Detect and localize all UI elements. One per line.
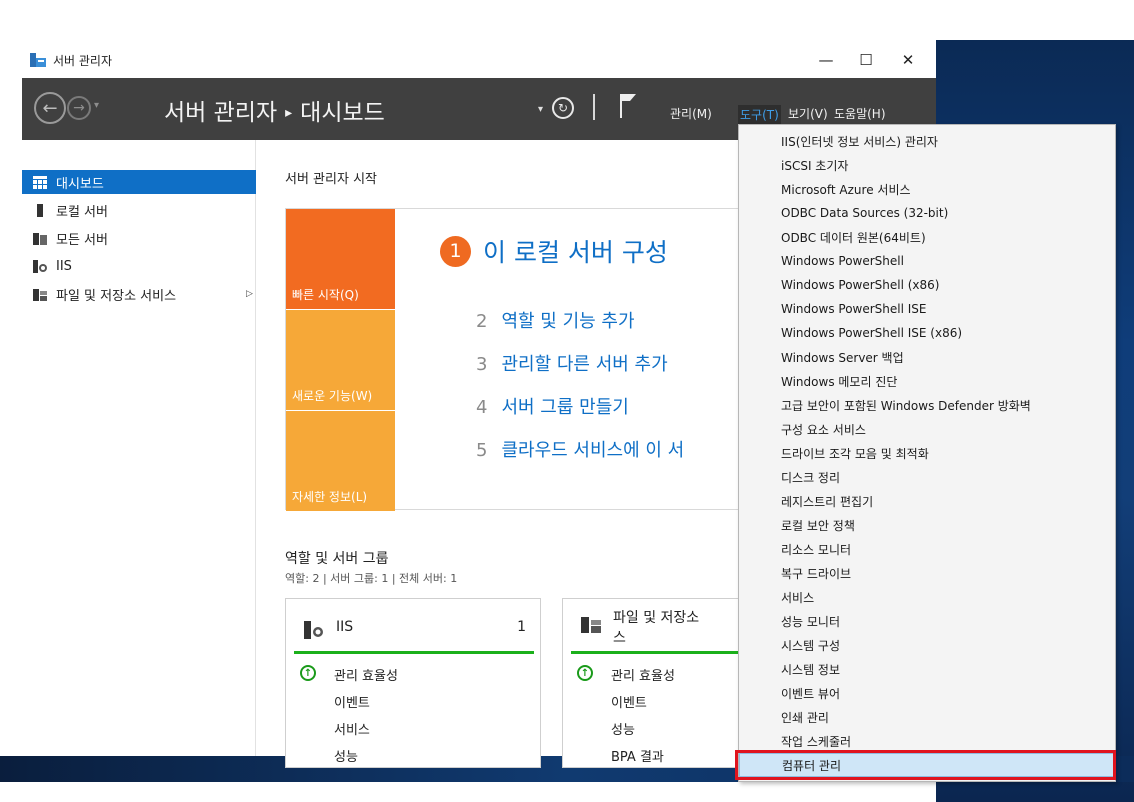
- close-button[interactable]: ✕: [888, 48, 928, 72]
- sidebar-item-all-servers[interactable]: 모든 서버: [22, 226, 256, 250]
- sidebar-item-label: 파일 및 저장소 서비스: [56, 288, 177, 304]
- sidebar-item-dashboard[interactable]: 대시보드: [22, 170, 256, 194]
- navigation-dropdown-icon[interactable]: ▾: [538, 104, 543, 115]
- history-dropdown-icon[interactable]: ▾: [94, 100, 99, 111]
- menu-view[interactable]: 보기(V): [788, 105, 828, 122]
- sidebar-item-label: 모든 서버: [56, 232, 108, 248]
- card-row-manageability[interactable]: 관리 효율성: [334, 665, 398, 684]
- refresh-icon[interactable]: ↻: [552, 97, 574, 119]
- menu-item-performance-monitor[interactable]: 성능 모니터: [739, 609, 1115, 633]
- menu-item-iscsi-initiator[interactable]: iSCSI 초기자: [739, 153, 1115, 177]
- menu-item-server-backup[interactable]: Windows Server 백업: [739, 345, 1115, 369]
- add-roles-features-link[interactable]: 2 역할 및 기능 추가: [476, 307, 635, 333]
- card-title-line2: 스: [613, 630, 626, 646]
- server-icon: [37, 203, 43, 217]
- sidebar-item-iis[interactable]: IIS: [22, 254, 256, 278]
- screen: 서버 관리자 — ☐ ✕ ← → ▾ 서버 관리자 ▸ 대시보드 ▾ ↻ 관리(M)…: [0, 0, 1134, 802]
- menu-item-recovery-drive[interactable]: 복구 드라이브: [739, 561, 1115, 585]
- card-title: IIS: [336, 619, 354, 635]
- iis-icon: [304, 621, 323, 639]
- connect-cloud-services-link[interactable]: 5 클라우드 서비스에 이 서: [476, 436, 684, 462]
- menu-item-powershell-ise-x86[interactable]: Windows PowerShell ISE (x86): [739, 321, 1115, 345]
- roles-summary: 역할: 2 | 서버 그룹: 1 | 전체 서버: 1: [285, 572, 458, 585]
- welcome-tile-panel: 빠른 시작(Q) 새로운 기능(W) 자세한 정보(L) 1 이 로컬 서버 구…: [285, 208, 755, 511]
- card-row-manageability[interactable]: 관리 효율성: [611, 665, 675, 684]
- back-arrow-icon[interactable]: ←: [34, 92, 66, 124]
- menu-item-registry-editor[interactable]: 레지스트리 편집기: [739, 489, 1115, 513]
- menu-item-azure-services[interactable]: Microsoft Azure 서비스: [739, 177, 1115, 201]
- card-row-services[interactable]: 서비스: [334, 719, 370, 738]
- menu-item-memory-diagnostic[interactable]: Windows 메모리 진단: [739, 369, 1115, 393]
- storage-icon: [33, 288, 47, 301]
- card-row-events[interactable]: 이벤트: [611, 692, 647, 711]
- menu-item-disk-cleanup[interactable]: 디스크 정리: [739, 465, 1115, 489]
- dashboard-icon: [33, 175, 47, 189]
- tab-learn-more[interactable]: 자세한 정보(L): [286, 411, 395, 511]
- tab-whats-new[interactable]: 새로운 기능(W): [286, 310, 395, 410]
- menu-item-odbc-32[interactable]: ODBC Data Sources (32-bit): [739, 201, 1115, 225]
- breadcrumb-current: 대시보드: [300, 100, 385, 126]
- menu-tools[interactable]: 도구(T): [738, 105, 781, 124]
- create-server-group-link[interactable]: 4 서버 그룹 만들기: [476, 393, 629, 419]
- tools-menu: IIS(인터넷 정보 서비스) 관리자 iSCSI 초기자 Microsoft …: [738, 124, 1116, 782]
- card-row-events[interactable]: 이벤트: [334, 692, 370, 711]
- maximize-button[interactable]: ☐: [846, 48, 886, 72]
- status-ok-icon: ↑: [577, 665, 593, 681]
- iis-icon: [33, 259, 47, 273]
- welcome-title: 서버 관리자 시작: [285, 172, 377, 187]
- servers-icon: [33, 232, 47, 245]
- window-title: 서버 관리자: [53, 54, 113, 68]
- minimize-button[interactable]: —: [806, 48, 846, 72]
- sidebar-item-file-storage[interactable]: 파일 및 저장소 서비스 ▷: [22, 282, 256, 306]
- annotation-highlight-box: [735, 750, 1116, 780]
- server-manager-app-icon: [30, 53, 46, 67]
- menu-help[interactable]: 도움말(H): [834, 105, 886, 122]
- step-number-badge: 1: [440, 235, 471, 267]
- breadcrumb-separator-icon: ▸: [285, 105, 293, 121]
- tab-quick-start[interactable]: 빠른 시작(Q): [286, 209, 395, 309]
- add-other-servers-link[interactable]: 3 관리할 다른 서버 추가: [476, 350, 668, 376]
- title-bar: 서버 관리자 — ☐ ✕: [22, 40, 936, 78]
- menu-item-iis-manager[interactable]: IIS(인터넷 정보 서비스) 관리자: [739, 129, 1115, 153]
- notifications-flag-icon[interactable]: [618, 92, 638, 120]
- status-bar: [294, 651, 534, 654]
- forward-arrow-icon[interactable]: →: [67, 96, 91, 120]
- menu-item-powershell[interactable]: Windows PowerShell: [739, 249, 1115, 273]
- card-row-bpa-results[interactable]: BPA 결과: [611, 746, 664, 765]
- menu-item-odbc-64[interactable]: ODBC 데이터 원본(64비트): [739, 225, 1115, 249]
- roles-heading: 역할 및 서버 그룹: [285, 551, 389, 567]
- menu-item-services[interactable]: 서비스: [739, 585, 1115, 609]
- status-ok-icon: ↑: [300, 665, 316, 681]
- card-row-performance[interactable]: 성능: [611, 719, 635, 738]
- configure-local-server-link[interactable]: 1 이 로컬 서버 구성: [440, 233, 668, 269]
- toolbar-divider: [593, 94, 595, 120]
- expand-arrow-icon[interactable]: ▷: [246, 289, 253, 299]
- sidebar-item-label: 대시보드: [56, 176, 104, 192]
- breadcrumb: 서버 관리자 ▸ 대시보드: [164, 93, 385, 127]
- menu-item-print-management[interactable]: 인쇄 관리: [739, 705, 1115, 729]
- card-row-performance[interactable]: 성능: [334, 746, 358, 765]
- menu-item-defender-firewall[interactable]: 고급 보안이 포함된 Windows Defender 방화벽: [739, 393, 1115, 417]
- sidebar: 대시보드 로컬 서버 모든 서버 IIS 파일 및 저장소 서비스 ▷: [22, 140, 256, 756]
- menu-item-powershell-x86[interactable]: Windows PowerShell (x86): [739, 273, 1115, 297]
- card-title-line1: 파일 및 저장소: [613, 610, 700, 626]
- menu-item-local-security-policy[interactable]: 로컬 보안 정책: [739, 513, 1115, 537]
- menu-item-powershell-ise[interactable]: Windows PowerShell ISE: [739, 297, 1115, 321]
- menu-item-defragment[interactable]: 드라이브 조각 모음 및 최적화: [739, 441, 1115, 465]
- breadcrumb-root[interactable]: 서버 관리자: [164, 100, 277, 126]
- sidebar-item-label: 로컬 서버: [56, 204, 108, 220]
- sidebar-item-local-server[interactable]: 로컬 서버: [22, 198, 256, 222]
- menu-item-system-information[interactable]: 시스템 정보: [739, 657, 1115, 681]
- menu-item-event-viewer[interactable]: 이벤트 뷰어: [739, 681, 1115, 705]
- storage-icon: [581, 617, 601, 633]
- menu-manage[interactable]: 관리(M): [670, 105, 712, 122]
- sidebar-item-label: IIS: [56, 258, 72, 274]
- menu-item-resource-monitor[interactable]: 리소스 모니터: [739, 537, 1115, 561]
- menu-item-component-services[interactable]: 구성 요소 서비스: [739, 417, 1115, 441]
- menu-item-system-configuration[interactable]: 시스템 구성: [739, 633, 1115, 657]
- iis-role-card[interactable]: IIS 1 ↑ 관리 효율성 이벤트 서비스 성능: [285, 598, 541, 768]
- card-count: 1: [517, 619, 526, 635]
- step-text: 이 로컬 서버 구성: [483, 238, 668, 267]
